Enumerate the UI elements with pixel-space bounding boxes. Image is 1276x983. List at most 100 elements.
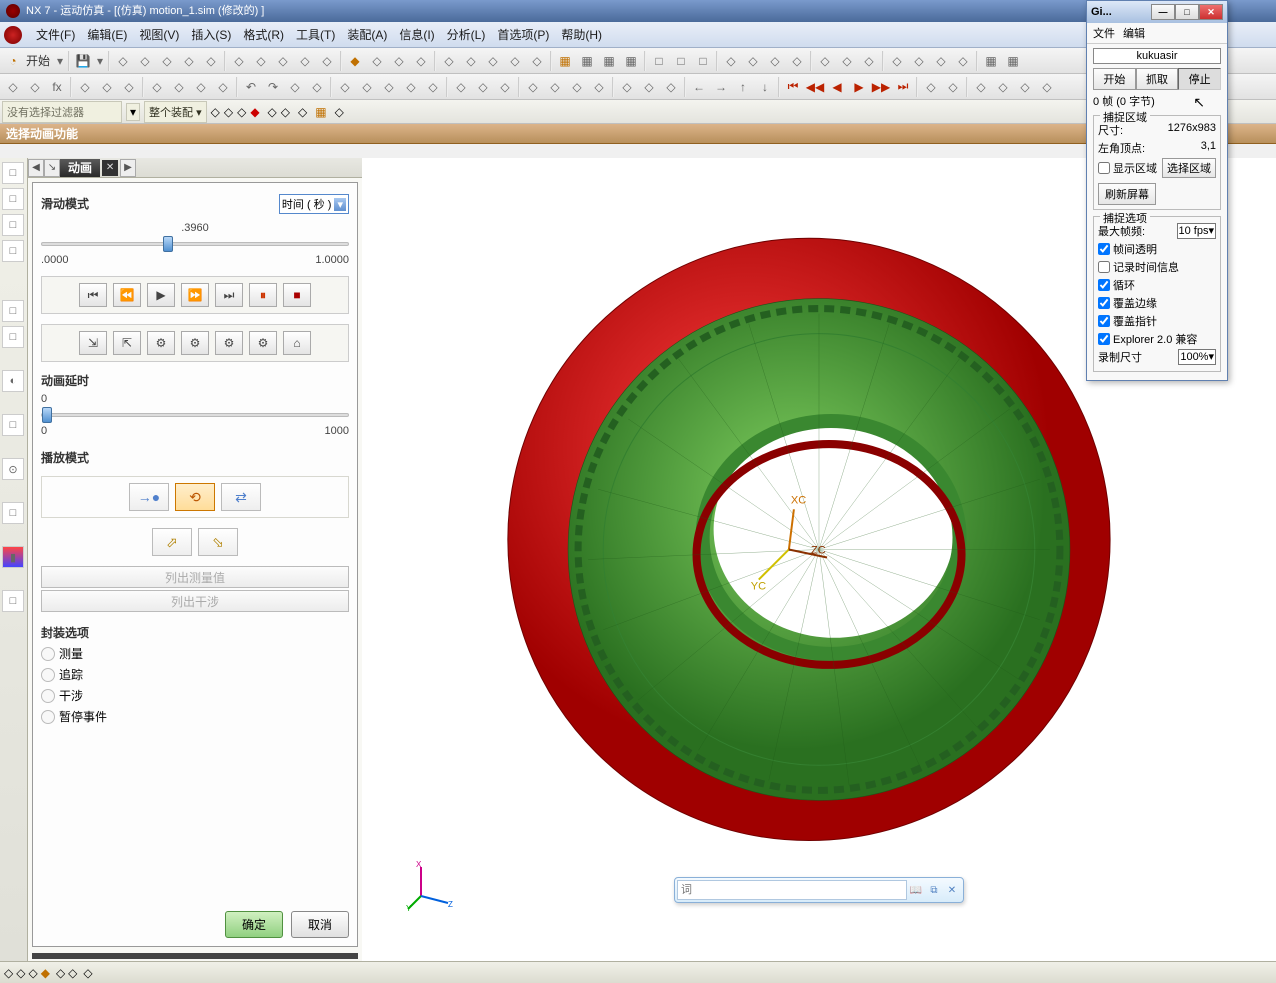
tool-icon[interactable]: ◇: [472, 76, 494, 98]
tool-icon[interactable]: ◇: [168, 76, 190, 98]
tool-icon[interactable]: ◇: [930, 50, 952, 72]
tool-icon[interactable]: ◇: [388, 50, 410, 72]
tool-icon[interactable]: ↶: [240, 76, 262, 98]
tool-icon[interactable]: →: [710, 76, 732, 98]
time-mode-dropdown[interactable]: 时间 ( 秒 ) ▾: [279, 194, 349, 214]
tool-btn[interactable]: ⌂: [283, 331, 311, 355]
tool-icon[interactable]: ◇: [992, 76, 1014, 98]
tool-btn[interactable]: ⇲: [79, 331, 107, 355]
cancel-button[interactable]: 取消: [291, 911, 349, 938]
tool-icon[interactable]: ◇: [544, 76, 566, 98]
tool-icon[interactable]: ◇: [96, 76, 118, 98]
tool-icon[interactable]: ◇: [970, 76, 992, 98]
pause-button[interactable]: ⏸: [249, 283, 277, 307]
tool-icon[interactable]: ▦: [980, 50, 1002, 72]
tool-icon[interactable]: ◇: [836, 50, 858, 72]
tool-btn[interactable]: ⚙: [249, 331, 277, 355]
tool-icon[interactable]: ◇: [356, 76, 378, 98]
tool-icon[interactable]: ◇: [526, 50, 548, 72]
tool-icon[interactable]: ◇: [494, 76, 516, 98]
show-area-checkbox[interactable]: [1098, 162, 1110, 174]
gif-grab-button[interactable]: 抓取: [1136, 68, 1179, 90]
tool-icon[interactable]: ◇: [660, 76, 682, 98]
tool-icon[interactable]: ◇: [334, 76, 356, 98]
tool-icon[interactable]: ↷: [262, 76, 284, 98]
search-input[interactable]: [677, 880, 907, 900]
tool-icon[interactable]: ◇: [212, 76, 234, 98]
gif-capture-window[interactable]: Gi... — □ ✕ 文件 编辑 开始 抓取 停止 0 帧 (0 字节) 捕捉…: [1086, 0, 1228, 381]
tab-pin-icon[interactable]: ↘: [44, 159, 60, 177]
no-filter-field[interactable]: 没有选择过滤器: [2, 101, 122, 123]
tool-icon[interactable]: ▦: [620, 50, 642, 72]
tool-icon[interactable]: ▦: [554, 50, 576, 72]
vtool-icon[interactable]: □: [2, 240, 24, 262]
tool-btn[interactable]: ⇱: [113, 331, 141, 355]
explorer-compat-checkbox[interactable]: [1098, 333, 1110, 345]
tool-icon[interactable]: ◇: [908, 50, 930, 72]
tool-icon[interactable]: ◇: [742, 50, 764, 72]
search-close-icon[interactable]: ✕: [943, 881, 961, 899]
tool-btn[interactable]: ⚙: [215, 331, 243, 355]
tool-icon[interactable]: ◇: [438, 50, 460, 72]
tool-icon[interactable]: ◇: [200, 50, 222, 72]
play-pingpong-button[interactable]: ⇄: [221, 483, 261, 511]
tool-icon[interactable]: ↑: [732, 76, 754, 98]
tool-icon[interactable]: ◇: [400, 76, 422, 98]
tool-icon[interactable]: ◇: [482, 50, 504, 72]
tab-close-icon[interactable]: ✕: [102, 160, 118, 176]
gif-start-button[interactable]: 开始: [1093, 68, 1136, 90]
tool-icon[interactable]: ◇: [920, 76, 942, 98]
gif-name-input[interactable]: [1093, 48, 1221, 64]
tool-icon[interactable]: ◇: [858, 50, 880, 72]
skip-last-button[interactable]: ⏭: [215, 283, 243, 307]
tool-icon[interactable]: ◇: [298, 105, 307, 119]
delay-slider-thumb[interactable]: [42, 407, 52, 423]
check-interference[interactable]: 干涉: [41, 687, 349, 704]
vtool-icon[interactable]: □: [2, 414, 24, 436]
tool-icon[interactable]: ◇: [522, 76, 544, 98]
record-size-dropdown[interactable]: 100%▾: [1178, 349, 1216, 365]
tool-icon[interactable]: ◇: [284, 76, 306, 98]
tool-icon[interactable]: ↓: [754, 76, 776, 98]
check-trace[interactable]: 追踪: [41, 666, 349, 683]
tool-icon[interactable]: fx: [46, 76, 68, 98]
tool-icon[interactable]: ◇: [294, 50, 316, 72]
tool-icon[interactable]: ◇: [24, 76, 46, 98]
tool-icon[interactable]: ◇: [146, 76, 168, 98]
status-icon[interactable]: ◇: [68, 966, 77, 980]
tool-icon[interactable]: ◇: [316, 50, 338, 72]
status-icon[interactable]: ◆: [41, 966, 50, 980]
list-measure-button[interactable]: 列出测量值: [41, 566, 349, 588]
status-icon[interactable]: ◇: [83, 966, 92, 980]
tool-icon[interactable]: ◇: [378, 76, 400, 98]
tool-icon[interactable]: ◇: [638, 76, 660, 98]
tool-icon[interactable]: ◇: [224, 105, 233, 119]
status-icon[interactable]: ◇: [16, 966, 25, 980]
menu-preferences[interactable]: 首选项(P): [491, 23, 555, 46]
status-icon[interactable]: ◇: [4, 966, 13, 980]
ok-button[interactable]: 确定: [225, 911, 283, 938]
maximize-icon[interactable]: □: [1175, 4, 1199, 20]
tool-icon[interactable]: ◆: [250, 105, 259, 119]
delay-slider[interactable]: [41, 413, 349, 417]
vtool-icon[interactable]: ▮: [2, 546, 24, 568]
tool-icon[interactable]: ◇: [786, 50, 808, 72]
tool-icon[interactable]: ◇: [720, 50, 742, 72]
dropdown-arrow-icon[interactable]: ▾: [126, 103, 140, 121]
play-icon[interactable]: ▶: [848, 76, 870, 98]
play-once-button[interactable]: →●: [129, 483, 169, 511]
start-dropdown[interactable]: ▾: [54, 50, 66, 72]
vtool-icon[interactable]: □: [2, 214, 24, 236]
menu-view[interactable]: 视图(V): [133, 23, 185, 46]
tool-icon[interactable]: □: [670, 50, 692, 72]
search-book-icon[interactable]: 📖: [907, 881, 925, 899]
tool-btn[interactable]: ⚙: [181, 331, 209, 355]
list-interference-button[interactable]: 列出干涉: [41, 590, 349, 612]
step-back-button[interactable]: ⏪: [113, 283, 141, 307]
tool-icon[interactable]: ◇: [211, 105, 220, 119]
tool-icon[interactable]: ◇: [566, 76, 588, 98]
gif-stop-button[interactable]: 停止: [1178, 68, 1221, 90]
tool-icon[interactable]: ◇: [504, 50, 526, 72]
check-measure[interactable]: 测量: [41, 645, 349, 662]
tool-icon[interactable]: ◇: [112, 50, 134, 72]
